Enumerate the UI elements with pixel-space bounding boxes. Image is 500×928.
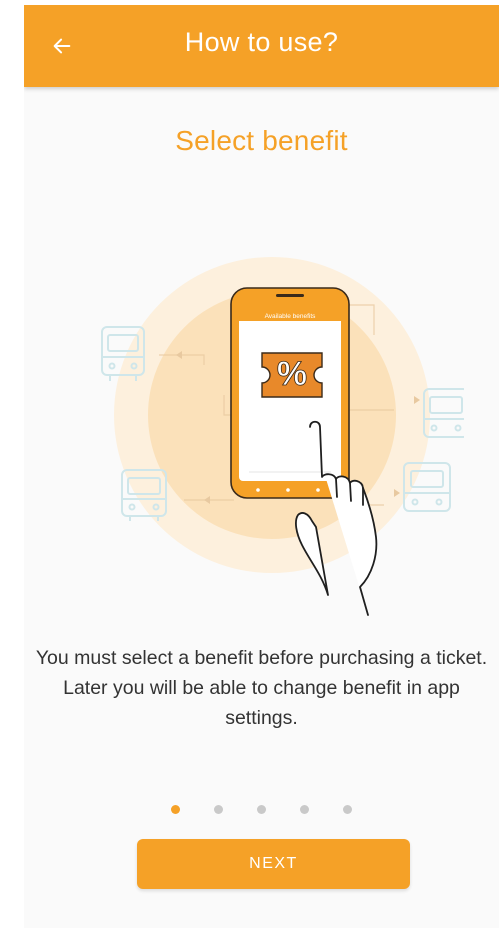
pagination-dot-3[interactable]	[257, 805, 266, 814]
select-benefit-illustration: Available benefits %	[101, 257, 464, 616]
step-title: Select benefit	[175, 125, 348, 156]
phone-header-text: Available benefits	[265, 313, 317, 320]
pagination-dot-1[interactable]	[171, 805, 180, 814]
pagination-dot-5[interactable]	[343, 805, 352, 814]
step-description: You must select a benefit before purchas…	[35, 647, 488, 729]
coupon-symbol: %	[277, 355, 307, 393]
onboarding-screen: How to use? Select benefit Available ben…	[24, 5, 499, 928]
app-bar: How to use?	[24, 5, 499, 87]
pagination-dot-4[interactable]	[300, 805, 309, 814]
page-title: How to use?	[184, 27, 339, 57]
pagination-dot-2[interactable]	[214, 805, 223, 814]
pagination-dots	[24, 805, 499, 814]
next-button[interactable]: NEXT	[137, 839, 410, 889]
bus-icon	[423, 388, 464, 438]
